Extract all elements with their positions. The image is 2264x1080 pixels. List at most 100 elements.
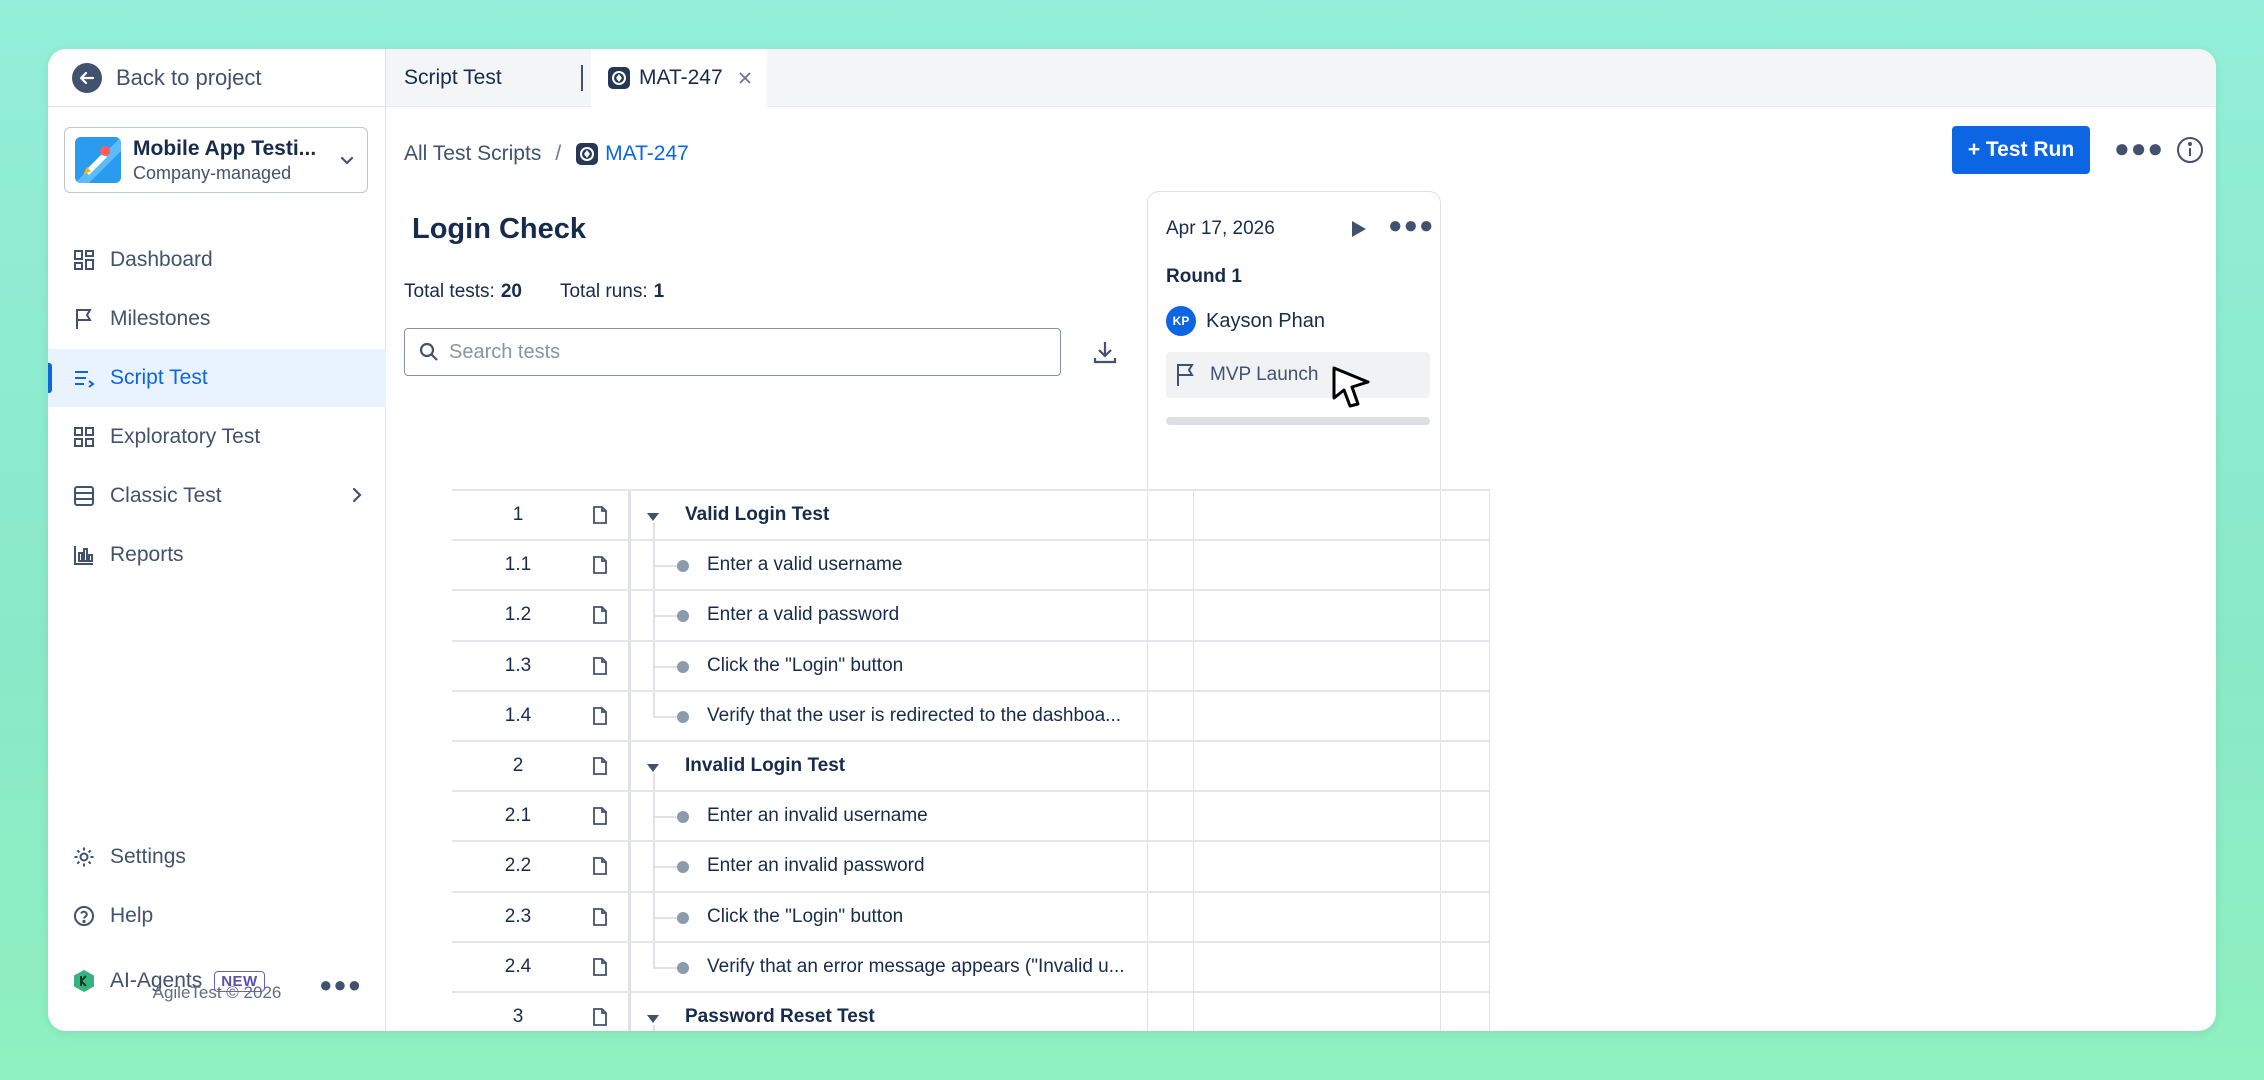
run-result-cell[interactable] bbox=[1193, 739, 1490, 792]
nav-label: Classic Test bbox=[110, 484, 222, 507]
help-icon bbox=[72, 904, 96, 928]
row-body: Verify that an error message appears ("I… bbox=[628, 942, 1193, 991]
run-result-cell[interactable] bbox=[1193, 990, 1490, 1031]
project-name: Mobile App Testi... bbox=[133, 137, 317, 160]
run-assignee[interactable]: KP Kayson Phan bbox=[1166, 306, 1325, 336]
test-step-label: Enter an invalid username bbox=[707, 805, 928, 827]
breadcrumb: All Test Scripts / MAT-247 bbox=[404, 137, 689, 171]
more-options-icon[interactable]: ●●● bbox=[2114, 133, 2164, 164]
breadcrumb-current-link[interactable]: MAT-247 bbox=[575, 142, 689, 166]
file-icon[interactable] bbox=[572, 742, 628, 790]
table-row[interactable]: 1.2 Enter a valid password bbox=[452, 589, 1490, 644]
table-row[interactable]: 2.2 Enter an invalid password bbox=[452, 840, 1490, 895]
nav-milestones[interactable]: Milestones bbox=[48, 290, 386, 348]
project-logo-icon bbox=[75, 137, 121, 183]
info-icon[interactable] bbox=[2176, 136, 2204, 169]
close-icon[interactable] bbox=[737, 70, 753, 86]
run-date: Apr 17, 2026 bbox=[1166, 218, 1275, 239]
file-icon[interactable] bbox=[572, 993, 628, 1031]
run-result-cell[interactable] bbox=[1193, 790, 1490, 843]
nav-help[interactable]: Help bbox=[48, 887, 386, 945]
search-icon bbox=[419, 342, 439, 362]
step-bullet-icon bbox=[677, 861, 689, 874]
tab-script-test[interactable]: Script Test bbox=[386, 49, 584, 107]
milestone-chip[interactable]: MVP Launch bbox=[1166, 352, 1430, 398]
table-row[interactable]: 1 Valid Login Test bbox=[452, 489, 1490, 543]
row-number: 1.1 bbox=[504, 554, 532, 576]
row-number: 1.4 bbox=[504, 704, 532, 726]
file-icon[interactable] bbox=[572, 692, 628, 740]
table-row[interactable]: 1.1 Enter a valid username bbox=[452, 539, 1490, 594]
nav-settings[interactable]: Settings bbox=[48, 828, 386, 886]
dashboard-icon bbox=[72, 248, 96, 272]
table-row[interactable]: 1.3 Click the "Login" button bbox=[452, 639, 1490, 694]
copyright: AgileTest © 2026 bbox=[152, 983, 282, 1002]
tree-line bbox=[653, 842, 655, 895]
project-selector[interactable]: Mobile App Testi... Company-managed bbox=[64, 127, 368, 193]
row-body: Enter an invalid username bbox=[628, 792, 1193, 845]
run-progress-bar bbox=[1166, 417, 1430, 425]
file-icon[interactable] bbox=[572, 541, 628, 589]
table-row[interactable]: 3 Password Reset Test bbox=[452, 990, 1490, 1031]
test-step-label: Enter a valid username bbox=[707, 554, 903, 576]
row-number: 2.3 bbox=[504, 905, 532, 927]
nav-dashboard[interactable]: Dashboard bbox=[48, 231, 386, 289]
file-icon[interactable] bbox=[572, 591, 628, 639]
row-number: 2.1 bbox=[504, 805, 532, 827]
tree-line bbox=[653, 591, 655, 644]
download-icon[interactable] bbox=[1092, 339, 1118, 370]
breadcrumb-root-link[interactable]: All Test Scripts bbox=[404, 142, 541, 166]
nav-classic-test[interactable]: Classic Test bbox=[48, 467, 386, 525]
run-result-cell[interactable] bbox=[1193, 639, 1490, 692]
tree-line bbox=[653, 1024, 655, 1031]
table-row[interactable]: 2.4 Verify that an error message appears … bbox=[452, 940, 1490, 993]
nav-script-test[interactable]: Script Test bbox=[48, 349, 386, 407]
back-arrow-icon bbox=[72, 62, 102, 93]
row-number: 2 bbox=[512, 755, 524, 777]
nav-exploratory-test[interactable]: Exploratory Test bbox=[48, 408, 386, 466]
file-icon[interactable] bbox=[572, 842, 628, 890]
file-icon[interactable] bbox=[572, 491, 628, 539]
run-result-cell[interactable] bbox=[1193, 890, 1490, 943]
table-row[interactable]: 1.4 Verify that the user is redirected to… bbox=[452, 689, 1490, 742]
file-icon[interactable] bbox=[572, 943, 628, 991]
run-round: Round 1 bbox=[1166, 266, 1242, 287]
run-result-cell[interactable] bbox=[1193, 840, 1490, 893]
file-icon[interactable] bbox=[572, 893, 628, 941]
search-box bbox=[404, 328, 1061, 376]
row-number: 1 bbox=[512, 504, 524, 526]
nav-reports[interactable]: Reports bbox=[48, 526, 386, 584]
totals: Total tests: 20 Total runs: 1 bbox=[404, 281, 664, 303]
step-bullet-icon bbox=[677, 811, 689, 824]
row-number: 2.4 bbox=[504, 955, 532, 977]
more-options-icon[interactable]: ●●● bbox=[1388, 212, 1435, 240]
run-result-cell[interactable] bbox=[1193, 940, 1490, 993]
bar-chart-icon bbox=[72, 543, 96, 567]
play-icon[interactable] bbox=[1350, 219, 1368, 244]
search-input[interactable] bbox=[449, 340, 1009, 364]
flag-icon bbox=[72, 307, 96, 331]
run-result-cell[interactable] bbox=[1193, 489, 1490, 541]
run-result-cell[interactable] bbox=[1193, 589, 1490, 642]
test-step-label: Enter an invalid password bbox=[707, 855, 925, 877]
row-body: Enter a valid password bbox=[628, 591, 1193, 644]
row-number: 1.2 bbox=[504, 604, 532, 626]
run-result-cell[interactable] bbox=[1193, 539, 1490, 592]
test-run-button[interactable]: + Test Run bbox=[1952, 126, 2090, 174]
row-body: Enter an invalid password bbox=[628, 842, 1193, 895]
run-result-cell[interactable] bbox=[1193, 689, 1490, 742]
back-to-project-link[interactable]: Back to project bbox=[48, 49, 386, 107]
table-row[interactable]: 2 Invalid Login Test bbox=[452, 739, 1490, 794]
table-row[interactable]: 2.1 Enter an invalid username bbox=[452, 790, 1490, 845]
test-tree-table: 1 Valid Login Test 1.1 Enter a valid userna… bbox=[452, 489, 1490, 1031]
file-icon[interactable] bbox=[572, 642, 628, 690]
nav-label: Dashboard bbox=[110, 248, 213, 271]
table-row[interactable]: 2.3 Click the "Login" button bbox=[452, 890, 1490, 945]
tab-mat-247[interactable]: MAT-247 bbox=[591, 49, 767, 107]
step-bullet-icon bbox=[677, 610, 689, 623]
tab-label: MAT-247 bbox=[639, 66, 723, 89]
file-icon[interactable] bbox=[572, 792, 628, 840]
nav-label: Help bbox=[110, 904, 154, 927]
step-bullet-icon bbox=[677, 710, 689, 723]
breadcrumb-separator: / bbox=[555, 142, 562, 165]
